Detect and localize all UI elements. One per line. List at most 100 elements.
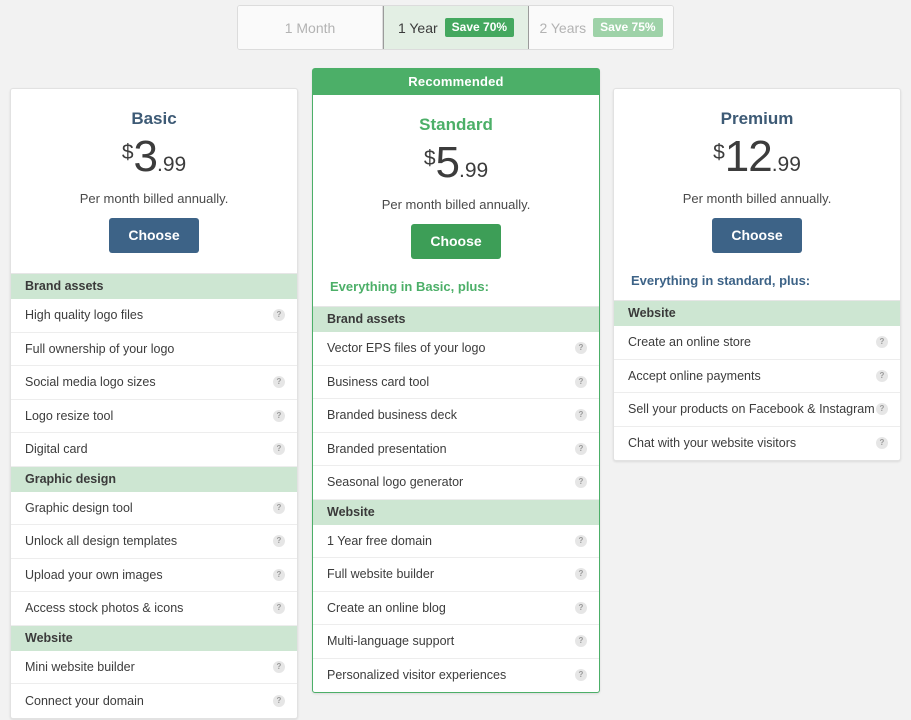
feature-label: Create an online store (628, 335, 751, 349)
feature-row: Sell your products on Facebook & Instagr… (614, 393, 900, 427)
help-icon[interactable]: ? (876, 370, 888, 382)
feature-label: Digital card (25, 442, 88, 456)
help-icon[interactable]: ? (575, 635, 587, 647)
feature-row: Branded business deck? (313, 399, 599, 433)
help-icon[interactable]: ? (575, 568, 587, 580)
help-icon[interactable]: ? (876, 403, 888, 415)
plan-header: Premium$12.99Per month billed annually.C… (614, 89, 900, 273)
price-note: Per month billed annually. (327, 197, 585, 212)
price-amount: 5 (436, 141, 459, 185)
help-icon[interactable]: ? (273, 535, 285, 547)
feature-row: Connect your domain? (11, 684, 297, 718)
plan-name: Standard (327, 115, 585, 135)
plan-header: Standard $5.99 Per month billed annually. C… (313, 95, 599, 279)
feature-row: Create an online blog? (313, 592, 599, 626)
recommended-ribbon: Recommended (313, 69, 599, 95)
choose-button-basic[interactable]: Choose (109, 218, 198, 253)
help-icon[interactable]: ? (273, 661, 285, 673)
price-currency: $ (424, 148, 436, 169)
plan-price: $3.99 (25, 135, 283, 183)
feature-label: Sell your products on Facebook & Instagr… (628, 402, 875, 416)
help-icon[interactable]: ? (876, 437, 888, 449)
feature-label: 1 Year free domain (327, 534, 432, 548)
feature-label: Personalized visitor experiences (327, 668, 506, 682)
help-icon[interactable]: ? (273, 695, 285, 707)
help-icon[interactable]: ? (575, 409, 587, 421)
feature-row: Chat with your website visitors? (614, 427, 900, 461)
feature-row: Create an online store? (614, 326, 900, 360)
feature-row: Unlock all design templates? (11, 525, 297, 559)
feature-section-header: Website (313, 500, 599, 525)
help-icon[interactable]: ? (273, 569, 285, 581)
feature-label: Full website builder (327, 567, 434, 581)
price-cents: .99 (772, 154, 801, 175)
plan-inherits-label: Everything in Basic, plus: (313, 279, 599, 306)
feature-list: Brand assetsVector EPS files of your log… (313, 306, 599, 692)
help-icon[interactable]: ? (876, 336, 888, 348)
feature-label: Chat with your website visitors (628, 436, 796, 450)
help-icon[interactable]: ? (575, 476, 587, 488)
feature-row: Full website builder? (313, 558, 599, 592)
choose-button-standard[interactable]: Choose (411, 224, 500, 259)
plan-inherits-label: Everything in standard, plus: (614, 273, 900, 300)
feature-row: Business card tool? (313, 366, 599, 400)
help-icon[interactable]: ? (575, 602, 587, 614)
price-note: Per month billed annually. (25, 191, 283, 206)
price-amount: 3 (134, 135, 157, 179)
help-icon[interactable]: ? (273, 410, 285, 422)
feature-label: Mini website builder (25, 660, 135, 674)
choose-button-premium[interactable]: Choose (712, 218, 801, 253)
feature-section-header: Brand assets (11, 274, 297, 299)
feature-row: Mini website builder? (11, 651, 297, 685)
feature-label: Multi-language support (327, 634, 454, 648)
pricing-plans: Basic$3.99Per month billed annually.Choo… (0, 0, 911, 720)
feature-row: Social media logo sizes? (11, 366, 297, 400)
feature-row: Full ownership of your logo? (11, 333, 297, 367)
help-icon[interactable]: ? (575, 535, 587, 547)
feature-section-header: Website (614, 301, 900, 326)
feature-row: Accept online payments? (614, 360, 900, 394)
plan-name: Basic (25, 109, 283, 129)
help-icon[interactable]: ? (273, 443, 285, 455)
feature-row: Graphic design tool? (11, 492, 297, 526)
feature-label: Branded presentation (327, 442, 447, 456)
feature-label: Graphic design tool (25, 501, 133, 515)
feature-list: WebsiteCreate an online store?Accept onl… (614, 300, 900, 460)
feature-label: Connect your domain (25, 694, 144, 708)
feature-row: Access stock photos & icons? (11, 592, 297, 626)
feature-row: Personalized visitor experiences? (313, 659, 599, 693)
feature-section-header: Graphic design (11, 467, 297, 492)
feature-row: High quality logo files? (11, 299, 297, 333)
feature-label: High quality logo files (25, 308, 143, 322)
help-icon[interactable]: ? (575, 669, 587, 681)
help-icon[interactable]: ? (273, 309, 285, 321)
plan-header: Basic $3.99 Per month billed annually. Choo… (11, 89, 297, 273)
feature-label: Unlock all design templates (25, 534, 177, 548)
help-icon[interactable]: ? (575, 443, 587, 455)
feature-row: 1 Year free domain? (313, 525, 599, 559)
plan-card-premium: Premium$12.99Per month billed annually.C… (613, 88, 901, 461)
feature-label: Upload your own images (25, 568, 163, 582)
plan-card-basic: Basic $3.99 Per month billed annually. Choo… (10, 88, 298, 719)
price-currency: $ (122, 142, 134, 163)
help-icon[interactable]: ? (575, 376, 587, 388)
feature-label: Access stock photos & icons (25, 601, 183, 615)
help-icon[interactable]: ? (273, 502, 285, 514)
price-cents: .99 (459, 160, 488, 181)
help-icon[interactable]: ? (273, 602, 285, 614)
feature-label: Branded business deck (327, 408, 457, 422)
feature-label: Business card tool (327, 375, 429, 389)
feature-label: Accept online payments (628, 369, 761, 383)
feature-label: Social media logo sizes (25, 375, 156, 389)
feature-section-header: Website (11, 626, 297, 651)
feature-label: Vector EPS files of your logo (327, 341, 485, 355)
help-icon[interactable]: ? (273, 376, 285, 388)
feature-row: Logo resize tool? (11, 400, 297, 434)
feature-row: Branded presentation? (313, 433, 599, 467)
feature-label: Full ownership of your logo (25, 342, 174, 356)
help-icon[interactable]: ? (575, 342, 587, 354)
feature-row: Seasonal logo generator? (313, 466, 599, 500)
feature-label: Create an online blog (327, 601, 446, 615)
plan-card-standard: Recommended Standard $5.99 Per month billed… (312, 68, 600, 693)
price-currency: $ (713, 142, 725, 163)
